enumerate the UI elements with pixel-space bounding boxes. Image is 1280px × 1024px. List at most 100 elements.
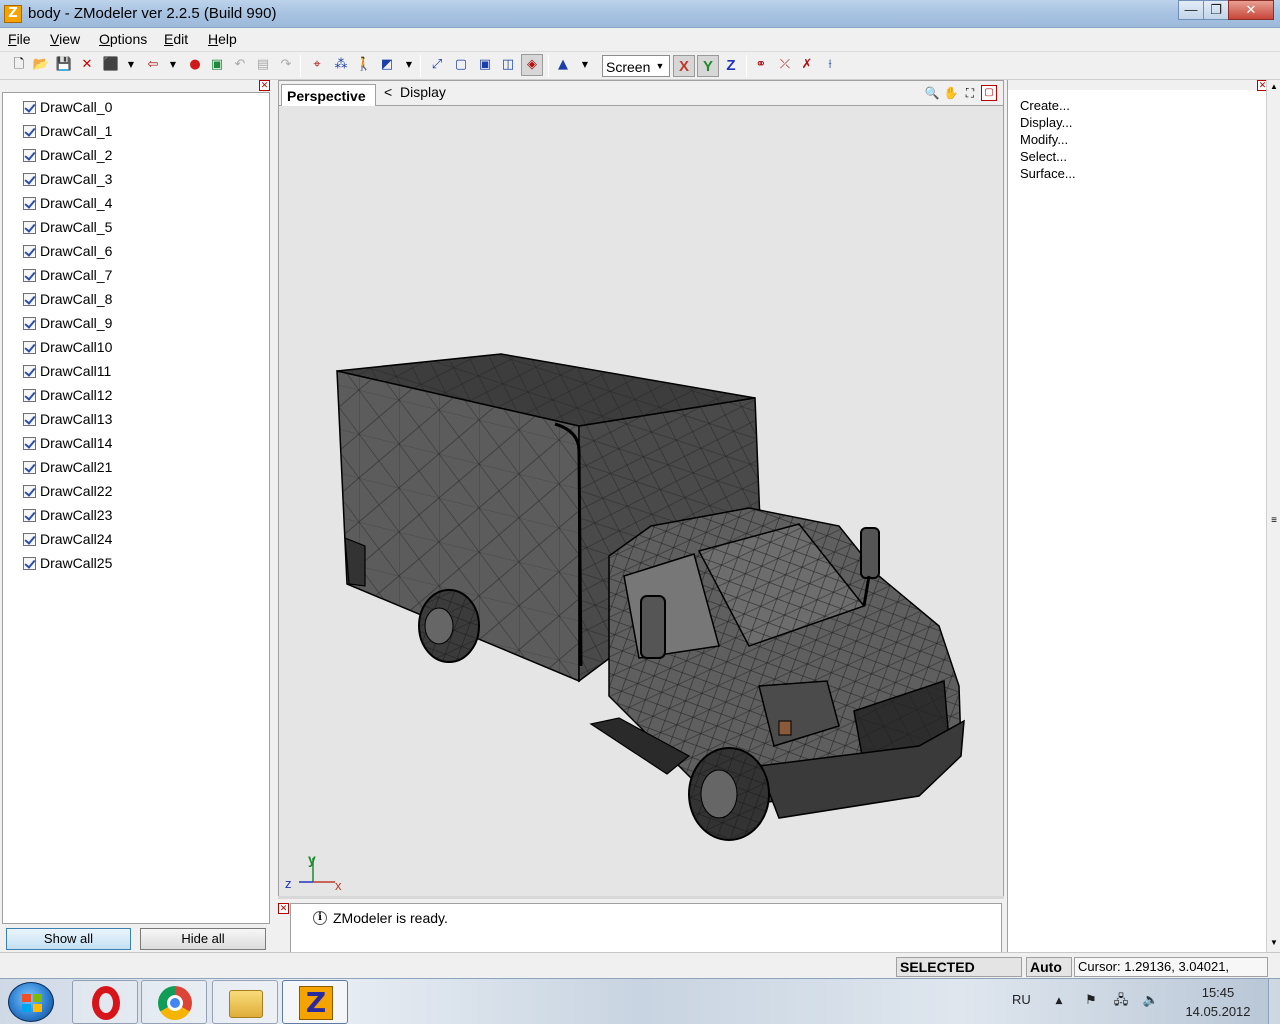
tree-item[interactable]: DrawCall22 xyxy=(23,480,112,502)
zoom-extents-icon[interactable]: ⛶ xyxy=(962,85,978,101)
scroll-grip-icon[interactable]: ≡ xyxy=(1269,515,1279,526)
menu-help[interactable]: Help xyxy=(208,31,237,47)
tree-item[interactable]: DrawCall23 xyxy=(23,504,112,526)
close-icon[interactable]: ✕ xyxy=(278,903,289,914)
delete-icon[interactable]: ✕ xyxy=(78,56,96,74)
checkbox[interactable] xyxy=(23,508,36,522)
paste-icon[interactable]: ▤ xyxy=(254,56,272,74)
dropdown-arrow[interactable]: ▼ xyxy=(168,56,178,74)
zmodeler-app-icon[interactable]: Z xyxy=(4,5,22,23)
zoom-icon[interactable]: 🔍 xyxy=(924,85,940,101)
checkbox[interactable] xyxy=(23,364,36,378)
volume-icon[interactable]: 🔈 xyxy=(1142,992,1160,1010)
start-button[interactable] xyxy=(8,982,54,1022)
minimize-button[interactable]: — xyxy=(1178,0,1204,20)
tab-perspective[interactable]: Perspective xyxy=(281,84,376,106)
display-breadcrumb[interactable]: < Display xyxy=(384,84,446,100)
undo-icon[interactable]: ↶ xyxy=(231,56,249,74)
checkbox[interactable] xyxy=(23,100,36,114)
tree-item[interactable]: DrawCall25 xyxy=(23,552,112,574)
box-icon-3[interactable]: ◫ xyxy=(499,56,517,74)
axis-x-toggle[interactable]: X xyxy=(673,55,695,77)
command-modify[interactable]: Modify... xyxy=(1020,132,1068,147)
pan-hand-icon[interactable]: ✋ xyxy=(943,85,959,101)
tree-item[interactable]: DrawCall24 xyxy=(23,528,112,550)
export-icon[interactable]: ⇦ xyxy=(144,56,162,74)
import-icon[interactable]: ⬛ xyxy=(102,56,120,74)
scroll-down-icon[interactable]: ▼ xyxy=(1269,938,1279,947)
checkbox[interactable] xyxy=(23,316,36,330)
scroll-up-icon[interactable]: ▲ xyxy=(1269,82,1279,91)
show-desktop-button[interactable] xyxy=(1268,979,1280,1024)
select-object-icon[interactable]: ◩ xyxy=(378,56,396,74)
tree-item[interactable]: DrawCall_0 xyxy=(23,96,112,118)
checkbox[interactable] xyxy=(23,436,36,450)
checkbox[interactable] xyxy=(23,220,36,234)
command-create[interactable]: Create... xyxy=(1020,98,1070,113)
tree-item[interactable]: DrawCall12 xyxy=(23,384,112,406)
select-walk-icon[interactable]: 🚶 xyxy=(355,56,373,74)
checkbox[interactable] xyxy=(23,388,36,402)
checkbox[interactable] xyxy=(23,412,36,426)
action-center-flag-icon[interactable]: ⚑ xyxy=(1082,992,1100,1010)
new-icon[interactable]: 🗋 xyxy=(10,56,28,74)
axis-z-toggle[interactable]: Z xyxy=(720,55,742,77)
taskbar-explorer[interactable] xyxy=(212,980,278,1024)
box-icon[interactable]: ▢ xyxy=(452,56,470,74)
checkbox[interactable] xyxy=(23,292,36,306)
axis-tool-2-icon[interactable]: ✗ xyxy=(798,56,816,74)
tree-item[interactable]: DrawCall_9 xyxy=(23,312,112,334)
command-display[interactable]: Display... xyxy=(1020,115,1073,130)
record-icon[interactable]: ● xyxy=(186,56,204,74)
move-icon[interactable]: ⤢ xyxy=(428,56,446,74)
close-button[interactable]: ✕ xyxy=(1228,0,1274,20)
hide-all-button[interactable]: Hide all xyxy=(140,928,266,950)
tree-item[interactable]: DrawCall14 xyxy=(23,432,112,454)
axis-y-toggle[interactable]: Y xyxy=(697,55,719,77)
mirror-icon[interactable]: ⚭ xyxy=(752,56,770,74)
taskbar-chrome[interactable] xyxy=(141,980,207,1024)
tree-item[interactable]: DrawCall21 xyxy=(23,456,112,478)
tree-item[interactable]: DrawCall_6 xyxy=(23,240,112,262)
dropdown-arrow[interactable]: ▼ xyxy=(580,56,590,74)
taskbar-zmodeler[interactable]: Z xyxy=(282,980,348,1024)
save-icon[interactable]: 💾 xyxy=(55,56,73,74)
show-hidden-icons-icon[interactable]: ▲ xyxy=(1050,992,1068,1010)
system-clock[interactable]: 15:45 14.05.2012 xyxy=(1176,983,1260,1021)
command-surface[interactable]: Surface... xyxy=(1020,166,1076,181)
maximize-button[interactable]: ❐ xyxy=(1203,0,1229,20)
render-icon[interactable]: ▣ xyxy=(208,56,226,74)
axis-tool-3-icon[interactable]: ⟊ xyxy=(821,56,839,74)
menu-options[interactable]: Options xyxy=(99,31,147,47)
cone-icon[interactable]: ▲ xyxy=(554,56,572,74)
tree-item[interactable]: DrawCall_8 xyxy=(23,288,112,310)
tree-item[interactable]: DrawCall10 xyxy=(23,336,112,358)
redo-icon[interactable]: ↷ xyxy=(277,56,295,74)
3d-viewport[interactable]: y z x xyxy=(278,106,1004,896)
tree-item[interactable]: DrawCall11 xyxy=(23,360,111,382)
box-icon-2[interactable]: ▣ xyxy=(476,56,494,74)
keyboard-language[interactable]: RU xyxy=(1012,992,1031,1007)
checkbox[interactable] xyxy=(23,556,36,570)
maximize-viewport-icon[interactable]: ▢ xyxy=(981,85,997,101)
checkbox[interactable] xyxy=(23,268,36,282)
tree-item[interactable]: DrawCall13 xyxy=(23,408,112,430)
close-icon[interactable]: ✕ xyxy=(259,80,270,91)
command-select[interactable]: Select... xyxy=(1020,149,1067,164)
checkbox[interactable] xyxy=(23,172,36,186)
box-icon-active[interactable]: ◈ xyxy=(521,54,543,76)
axis-tool-1-icon[interactable]: ⤫ xyxy=(776,56,794,74)
tree-item[interactable]: DrawCall_7 xyxy=(23,264,112,286)
checkbox[interactable] xyxy=(23,460,36,474)
menu-edit[interactable]: Edit xyxy=(164,31,188,47)
select-points-icon[interactable]: ⁂ xyxy=(332,56,350,74)
show-all-button[interactable]: Show all xyxy=(6,928,131,950)
checkbox[interactable] xyxy=(23,196,36,210)
checkbox[interactable] xyxy=(23,148,36,162)
tree-item[interactable]: DrawCall_2 xyxy=(23,144,112,166)
tree-item[interactable]: DrawCall_5 xyxy=(23,216,112,238)
dropdown-arrow[interactable]: ▼ xyxy=(404,56,414,74)
checkbox[interactable] xyxy=(23,124,36,138)
menu-file[interactable]: File xyxy=(8,31,31,47)
checkbox[interactable] xyxy=(23,340,36,354)
